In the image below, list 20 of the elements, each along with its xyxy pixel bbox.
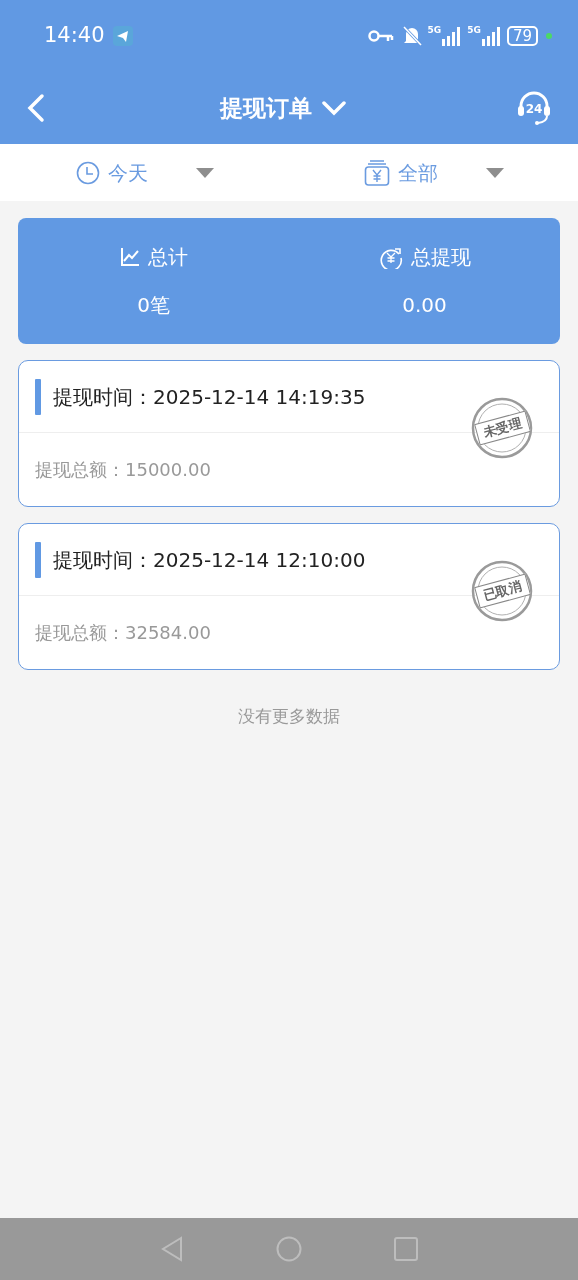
title-dropdown[interactable]: 提现订单 bbox=[220, 90, 346, 126]
withdraw-amount: 提现总额：15000.00 bbox=[35, 457, 211, 482]
status-stamp: 未受理 bbox=[469, 397, 535, 459]
network-type: 5G bbox=[427, 26, 442, 35]
withdraw-amount: 提现总额：32584.00 bbox=[35, 620, 211, 645]
withdraw-time: 提现时间：2025-12-14 12:10:00 bbox=[53, 546, 366, 574]
withdraw-time: 提现时间：2025-12-14 14:19:35 bbox=[53, 383, 366, 411]
network-type: 5G bbox=[467, 26, 481, 35]
filter-dropdown[interactable]: 今天 bbox=[0, 144, 289, 201]
summary-label: 总提现 bbox=[410, 244, 471, 271]
filter-dropdown[interactable]: 全部 bbox=[289, 144, 578, 201]
order-card[interactable]: 提现时间：2025-12-14 12:10:00 提现总额：32584.00 已取消 bbox=[18, 523, 560, 670]
summary-label: 总计 bbox=[147, 244, 188, 271]
status-stamp: 已取消 bbox=[469, 560, 535, 622]
status-time: 14:40 bbox=[44, 22, 105, 50]
no-more-data-text: 没有更多数据 bbox=[238, 705, 340, 728]
battery-indicator: 79 bbox=[506, 26, 538, 46]
summary-value: 0.00 bbox=[402, 292, 447, 319]
summary-value: 0笔 bbox=[137, 292, 170, 319]
order-card[interactable]: 提现时间：2025-12-14 14:19:35 提现总额：15000.00 未受理 bbox=[18, 360, 560, 507]
